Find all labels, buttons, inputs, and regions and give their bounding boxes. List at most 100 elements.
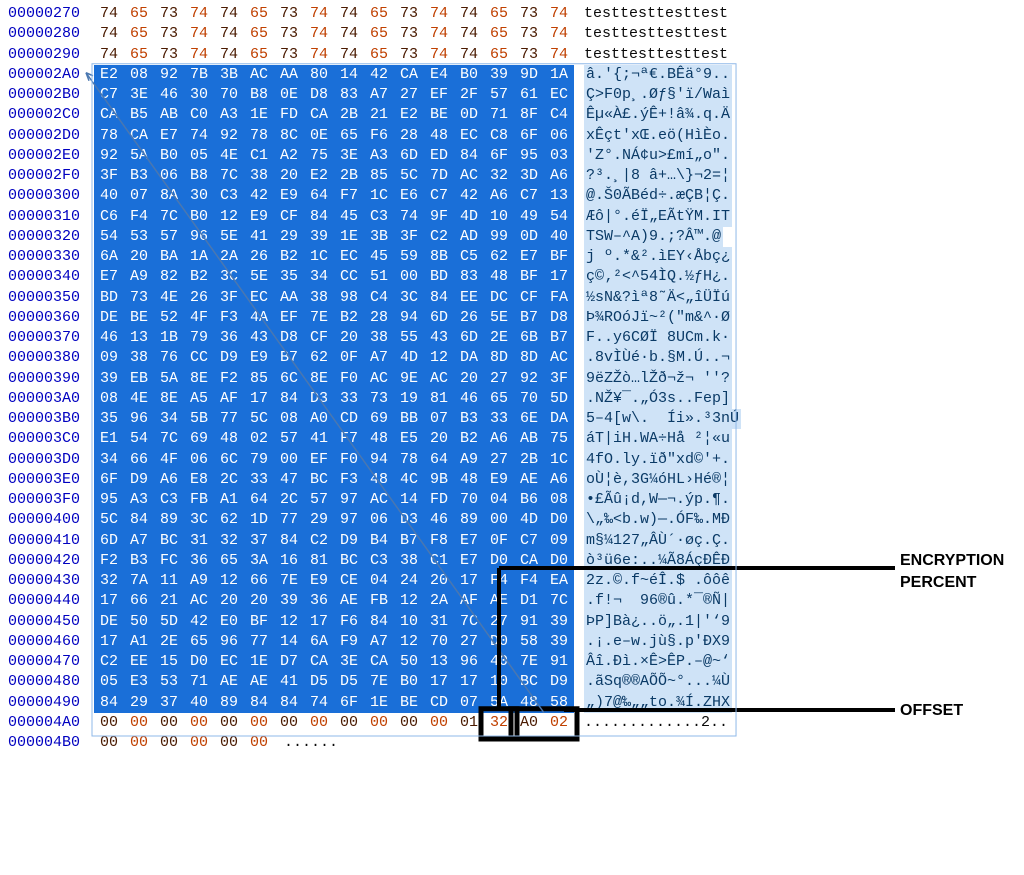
- hex-byte[interactable]: 74: [304, 24, 334, 44]
- hex-byte[interactable]: 73: [154, 45, 184, 65]
- hex-byte[interactable]: A3: [124, 490, 154, 510]
- hex-byte[interactable]: 71: [484, 105, 514, 125]
- hex-byte[interactable]: 38: [244, 166, 274, 186]
- hex-byte[interactable]: FA: [544, 288, 574, 308]
- hex-byte[interactable]: 4C: [394, 470, 424, 490]
- hex-byte[interactable]: 74: [424, 24, 454, 44]
- hex-byte[interactable]: 69: [184, 429, 214, 449]
- hex-byte[interactable]: CA: [364, 652, 394, 672]
- hex-byte[interactable]: 65: [124, 24, 154, 44]
- hex-byte[interactable]: 2B: [334, 166, 364, 186]
- hex-bytes[interactable]: 74657374746573747465737474657374: [94, 24, 574, 44]
- hex-byte[interactable]: EC: [214, 652, 244, 672]
- hex-byte[interactable]: C6: [94, 207, 124, 227]
- hex-bytes[interactable]: 78CAE77492788C0E65F62848ECC86F06: [94, 126, 574, 146]
- hex-byte[interactable]: BC: [304, 470, 334, 490]
- hex-byte[interactable]: 74: [334, 45, 364, 65]
- hex-byte[interactable]: 12: [214, 571, 244, 591]
- hex-byte[interactable]: 53: [154, 672, 184, 692]
- hex-byte[interactable]: 37: [154, 693, 184, 713]
- hex-byte[interactable]: 65: [334, 126, 364, 146]
- hex-bytes[interactable]: DE505D42E0BF1217F68410317C279139: [94, 612, 574, 632]
- hex-byte[interactable]: 74: [544, 4, 574, 24]
- hex-byte[interactable]: BF: [514, 267, 544, 287]
- hex-byte[interactable]: CF: [274, 207, 304, 227]
- hex-byte[interactable]: 94: [394, 308, 424, 328]
- hex-byte[interactable]: 09: [544, 531, 574, 551]
- hex-byte[interactable]: 74: [544, 45, 574, 65]
- hex-byte[interactable]: 0E: [274, 85, 304, 105]
- hex-byte[interactable]: B3: [124, 166, 154, 186]
- hex-bytes[interactable]: 17A12E659677146AF9A7127027D05839: [94, 632, 574, 652]
- hex-byte[interactable]: 38: [124, 348, 154, 368]
- hex-byte[interactable]: 05: [184, 146, 214, 166]
- hex-byte[interactable]: 54: [544, 207, 574, 227]
- hex-byte[interactable]: A9: [124, 267, 154, 287]
- hex-byte[interactable]: 08: [274, 409, 304, 429]
- hex-byte[interactable]: FD: [274, 105, 304, 125]
- hex-byte[interactable]: 1E: [364, 693, 394, 713]
- hex-byte[interactable]: 74: [334, 4, 364, 24]
- hex-byte[interactable]: C5: [454, 247, 484, 267]
- hex-byte[interactable]: C2: [424, 227, 454, 247]
- hex-byte[interactable]: C1: [244, 146, 274, 166]
- hex-byte[interactable]: 89: [454, 510, 484, 530]
- hex-byte[interactable]: 59: [394, 247, 424, 267]
- hex-byte[interactable]: 97: [334, 510, 364, 530]
- hex-bytes[interactable]: 84293740898484746F1EBECD075A4858: [94, 693, 574, 713]
- hex-byte[interactable]: 74: [304, 4, 334, 24]
- hex-byte[interactable]: 74: [454, 24, 484, 44]
- hex-bytes[interactable]: 0000000000000000000000000132A002: [94, 713, 574, 733]
- hex-byte[interactable]: 01: [454, 713, 484, 733]
- hex-byte[interactable]: A7: [364, 348, 394, 368]
- hex-byte[interactable]: 94: [364, 450, 394, 470]
- hex-byte[interactable]: AF: [454, 591, 484, 611]
- hex-byte[interactable]: AF: [214, 389, 244, 409]
- hex-byte[interactable]: 65: [364, 4, 394, 24]
- hex-byte[interactable]: 99: [484, 227, 514, 247]
- hex-byte[interactable]: 40: [484, 652, 514, 672]
- hex-byte[interactable]: 27: [394, 85, 424, 105]
- hex-byte[interactable]: 8F: [514, 105, 544, 125]
- hex-byte[interactable]: 14: [334, 65, 364, 85]
- hex-byte[interactable]: F4: [514, 571, 544, 591]
- hex-byte[interactable]: 07: [424, 409, 454, 429]
- hex-byte[interactable]: 73: [124, 288, 154, 308]
- hex-byte[interactable]: 7C: [214, 166, 244, 186]
- hex-byte[interactable]: 65: [214, 551, 244, 571]
- hex-byte[interactable]: 4E: [124, 389, 154, 409]
- hex-byte[interactable]: B2: [454, 429, 484, 449]
- hex-byte[interactable]: 4D: [454, 207, 484, 227]
- hex-byte[interactable]: 2C: [274, 490, 304, 510]
- hex-byte[interactable]: 12: [274, 612, 304, 632]
- hex-byte[interactable]: EA: [544, 571, 574, 591]
- hex-byte[interactable]: F3: [334, 470, 364, 490]
- hex-byte[interactable]: FD: [424, 490, 454, 510]
- hex-byte[interactable]: 15: [154, 652, 184, 672]
- hex-byte[interactable]: D0: [484, 551, 514, 571]
- hex-byte[interactable]: 41: [244, 227, 274, 247]
- hex-byte[interactable]: 81: [424, 389, 454, 409]
- hex-byte[interactable]: 84: [274, 693, 304, 713]
- hex-byte[interactable]: 5A: [484, 693, 514, 713]
- hex-byte[interactable]: 65: [364, 24, 394, 44]
- hex-byte[interactable]: AD: [454, 227, 484, 247]
- hex-byte[interactable]: F8: [424, 531, 454, 551]
- hex-byte[interactable]: 0F: [334, 348, 364, 368]
- hex-byte[interactable]: 74: [454, 45, 484, 65]
- hex-byte[interactable]: BD: [424, 267, 454, 287]
- hex-byte[interactable]: 00: [394, 267, 424, 287]
- hex-byte[interactable]: F7: [334, 186, 364, 206]
- hex-byte[interactable]: AC: [364, 369, 394, 389]
- hex-byte[interactable]: C4: [364, 288, 394, 308]
- hex-byte[interactable]: 00: [244, 713, 274, 733]
- hex-byte[interactable]: C0: [184, 105, 214, 125]
- hex-byte[interactable]: 17: [424, 672, 454, 692]
- hex-byte[interactable]: AE: [484, 591, 514, 611]
- hex-bytes[interactable]: E7A982B23C5E3534CC5100BD8348BF17: [94, 267, 574, 287]
- hex-byte[interactable]: CD: [334, 409, 364, 429]
- hex-byte[interactable]: 12: [424, 348, 454, 368]
- hex-byte[interactable]: 07: [454, 693, 484, 713]
- hex-byte[interactable]: CE: [334, 571, 364, 591]
- hex-byte[interactable]: E9: [274, 186, 304, 206]
